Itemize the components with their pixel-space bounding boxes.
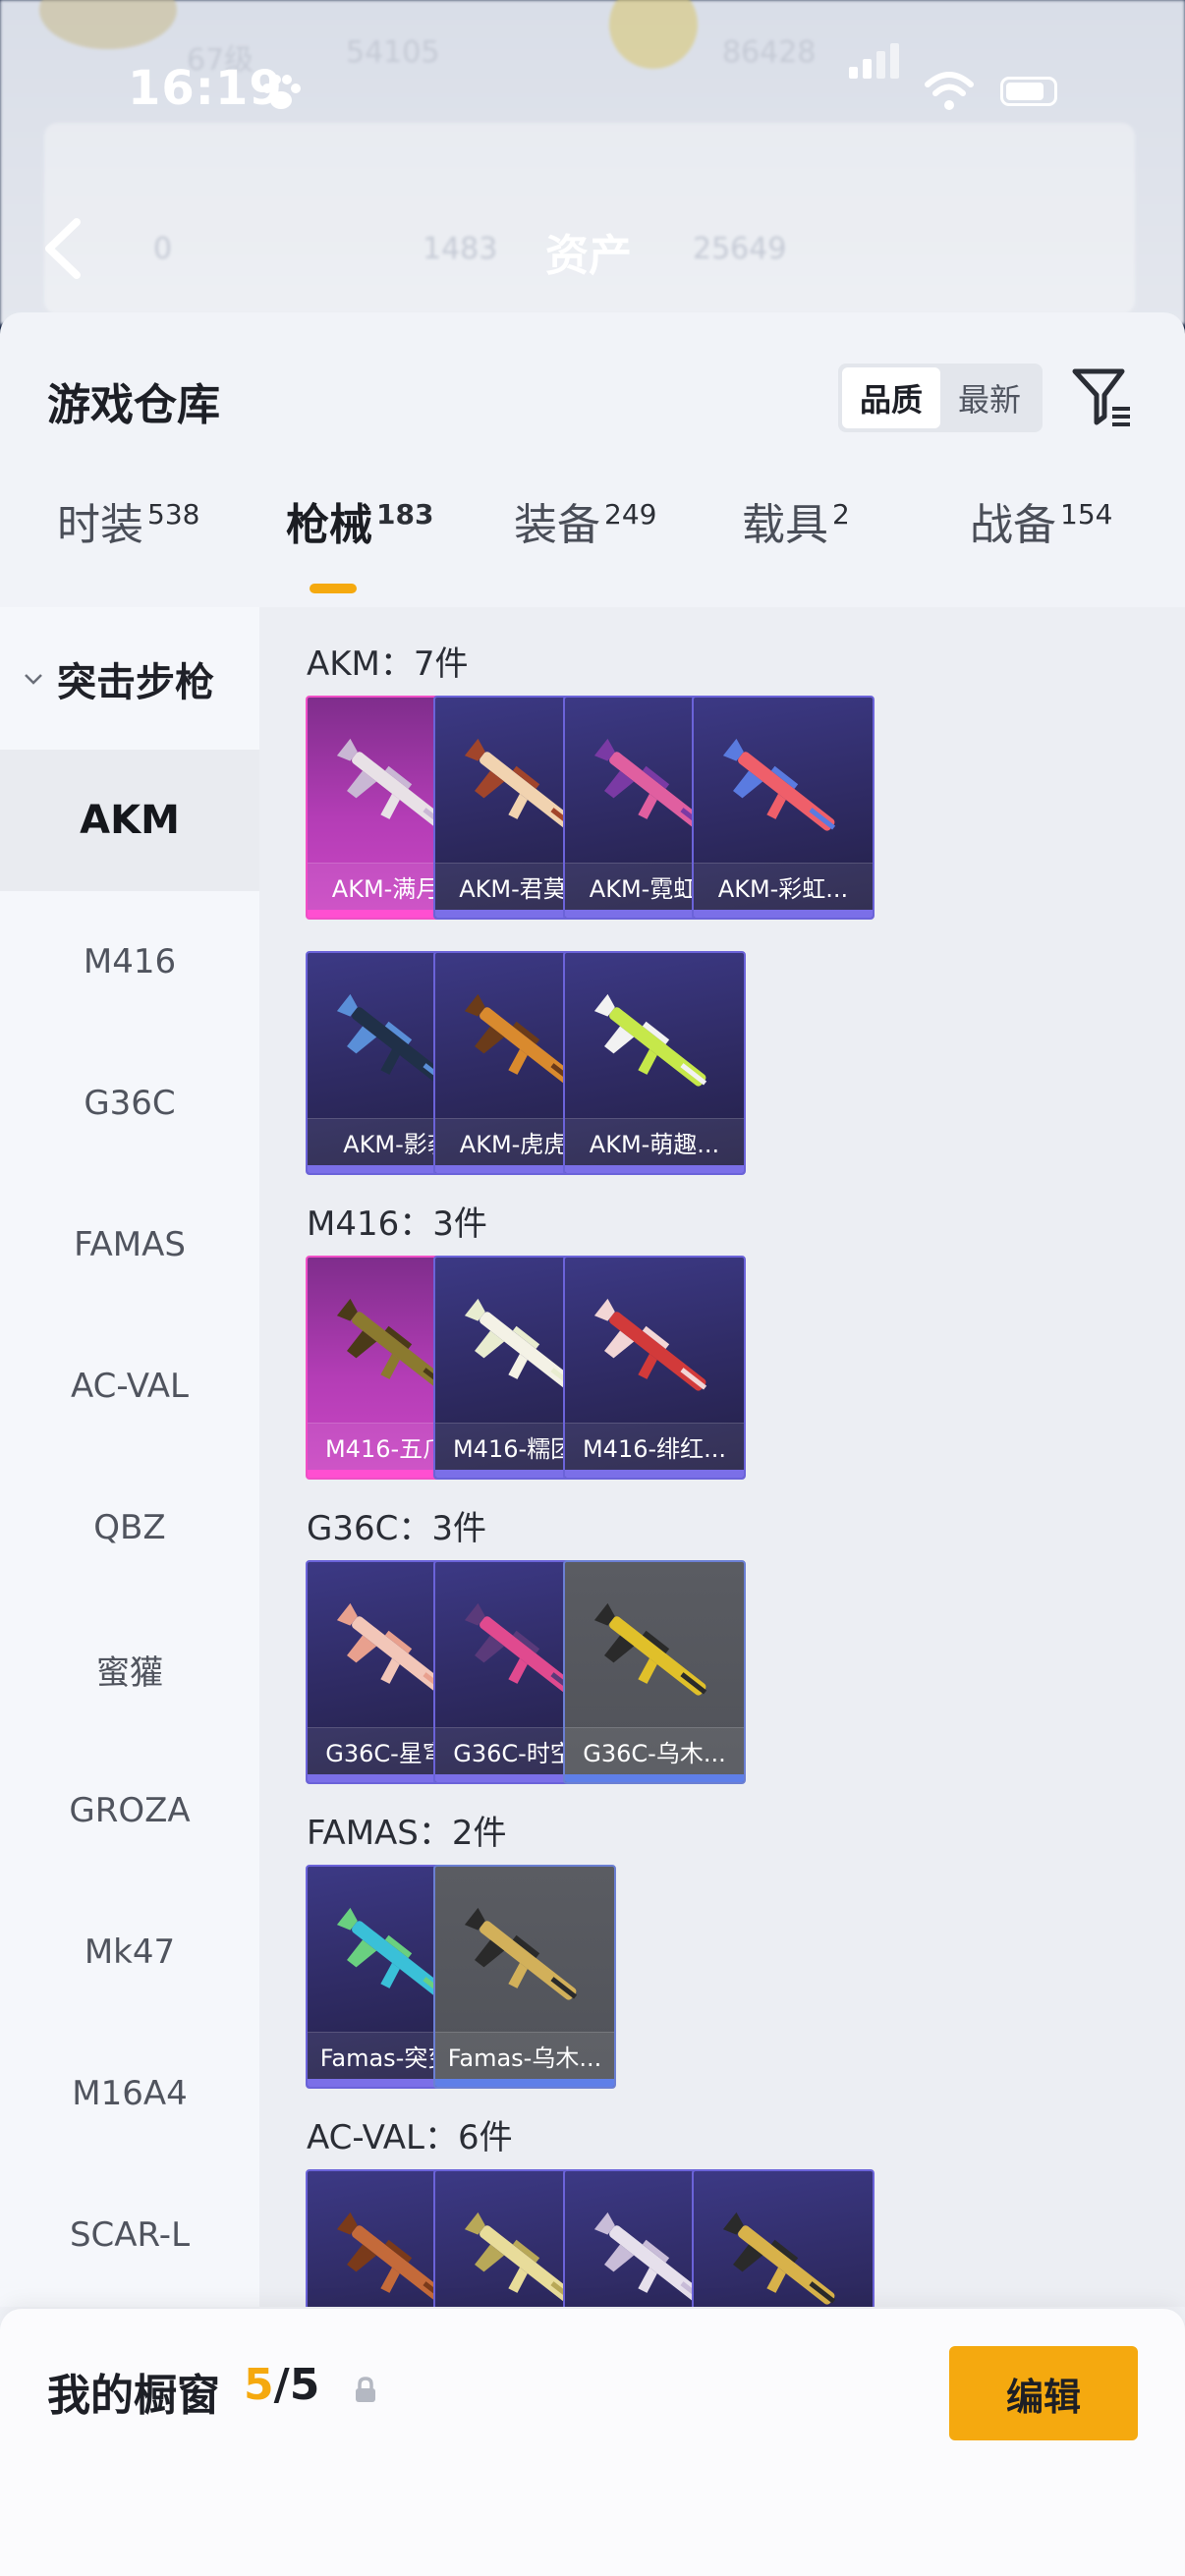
weapon-card[interactable] [692,2169,875,2307]
screen: { "status_bar": {"time": "16:19"}, "back… [0,0,1185,2576]
weapon-skin-image [722,738,836,831]
tab-count: 249 [604,498,657,531]
weapon-skin-image [464,1907,578,2000]
weapon-name: Famas-乌木... [435,2032,614,2079]
tab-vehicles[interactable]: 载具 2 [742,489,850,552]
sidebar-category-label: 突击步枪 [57,659,214,705]
group-title: AKM：7件 [307,644,469,684]
showcase-bar: 我的橱窗 5/5 编辑 [0,2309,1185,2576]
bg-value: 54105 [346,35,440,70]
sidebar-item-akm[interactable]: AKM [0,750,259,891]
lock-icon [356,2377,375,2402]
tab-count: 538 [147,498,200,531]
weapon-grid: AKM：7件7级AKM-满月...AKM-君莫笑AKM-霓虹...AKM-彩虹.… [259,607,1185,2307]
tab-label: 战备 [970,500,1056,550]
tab-count: 2 [832,498,850,531]
tab-active-indicator [310,584,357,593]
rarity-stripe [565,1774,744,1782]
edit-button[interactable]: 编辑 [949,2346,1138,2440]
sheet-title: 游戏仓库 [47,380,220,430]
sort-toggle: 品质 最新 [838,364,1043,432]
sort-newest-button[interactable]: 最新 [940,367,1039,428]
weapon-name: G36C-乌木... [565,1727,744,1774]
bg-value: 1483 [423,232,498,266]
tab-count: 154 [1060,498,1113,531]
tab-label: 时装 [57,500,143,550]
tab-combat-gear[interactable]: 战备 154 [970,489,1112,552]
tab-equipment[interactable]: 装备 249 [514,489,656,552]
sidebar-item-m16a4[interactable]: M16A4 [0,2023,259,2164]
showcase-count: 5/5 [244,2360,319,2410]
background-page-title: 资产 [545,231,632,281]
weapon-skin-image [722,2212,836,2305]
weapon-name: AKM-萌趣... [565,1118,744,1165]
sidebar-item-m416[interactable]: M416 [0,891,259,1033]
sidebar-category-assault-rifles[interactable]: 突击步枪 [0,607,259,750]
category-tabs: 时装 538 枪械 183 装备 249 载具 2 战备 154 [0,489,1185,607]
tab-label: 装备 [514,500,600,550]
weapon-card[interactable]: M416-绯红... [563,1256,746,1480]
weapon-card[interactable]: AKM-萌趣... [563,951,746,1175]
bg-value: 0 [153,232,173,266]
rarity-stripe [565,1165,744,1173]
showcase-total: /5 [273,2360,320,2410]
weapon-sidebar: 突击步枪 AKM M416 G36C FAMAS AC-VAL QBZ 蜜獾 G… [0,607,259,2307]
weapon-skin-image [593,993,707,1087]
rarity-stripe [694,910,873,918]
rarity-stripe [435,2079,614,2087]
rarity-stripe [565,1470,744,1478]
bg-value: 86428 [722,35,817,70]
bg-value: 25649 [693,232,787,266]
tab-fashion[interactable]: 时装 538 [57,489,199,552]
sidebar-item-groza[interactable]: GROZA [0,1740,259,1881]
sidebar-item-mk47[interactable]: Mk47 [0,1881,259,2023]
wifi-icon [925,72,974,110]
bg-emblem [609,0,698,69]
chevron-down-icon [25,673,42,685]
back-arrow-icon[interactable] [39,214,88,283]
group-title: AC-VAL：6件 [307,2118,513,2157]
weapon-name: AKM-彩虹... [694,863,873,910]
weapon-skin-image [593,1602,707,1696]
tab-count: 183 [376,498,434,531]
filter-icon[interactable] [1069,362,1136,430]
group-title: FAMAS：2件 [307,1814,507,1853]
weapon-name: M416-绯红... [565,1423,744,1470]
tab-label: 载具 [742,500,828,550]
weapon-skin-image [593,1298,707,1391]
showcase-current: 5 [244,2360,274,2410]
tab-firearms[interactable]: 枪械 183 [286,489,433,552]
weapon-card[interactable]: Famas-乌木... [433,1865,616,2089]
paw-icon [262,75,301,109]
sidebar-item-scar-l[interactable]: SCAR-L [0,2164,259,2306]
sidebar-item-qbz[interactable]: QBZ [0,1457,259,1598]
sidebar-item-famas[interactable]: FAMAS [0,1174,259,1316]
sidebar-item-g36c[interactable]: G36C [0,1033,259,1174]
warehouse-sheet: 游戏仓库 品质 最新 时装 538 枪械 183 装备 249 载具 2 战备 154 突… [0,312,1185,2576]
sidebar-item-honey-badger[interactable]: 蜜獾 [0,1598,259,1740]
weapon-card[interactable]: AKM-彩虹... [692,696,875,920]
tab-label: 枪械 [286,500,372,550]
sidebar-item-ac-val[interactable]: AC-VAL [0,1316,259,1457]
weapon-card[interactable]: G36C-乌木... [563,1560,746,1784]
sort-quality-button[interactable]: 品质 [842,367,940,428]
showcase-title: 我的橱窗 [47,2371,220,2421]
group-title: M416：3件 [307,1204,487,1244]
bg-emblem [39,0,177,49]
bg-stats-panel [44,123,1135,314]
group-title: G36C：3件 [307,1509,486,1548]
battery-icon [1000,77,1057,106]
